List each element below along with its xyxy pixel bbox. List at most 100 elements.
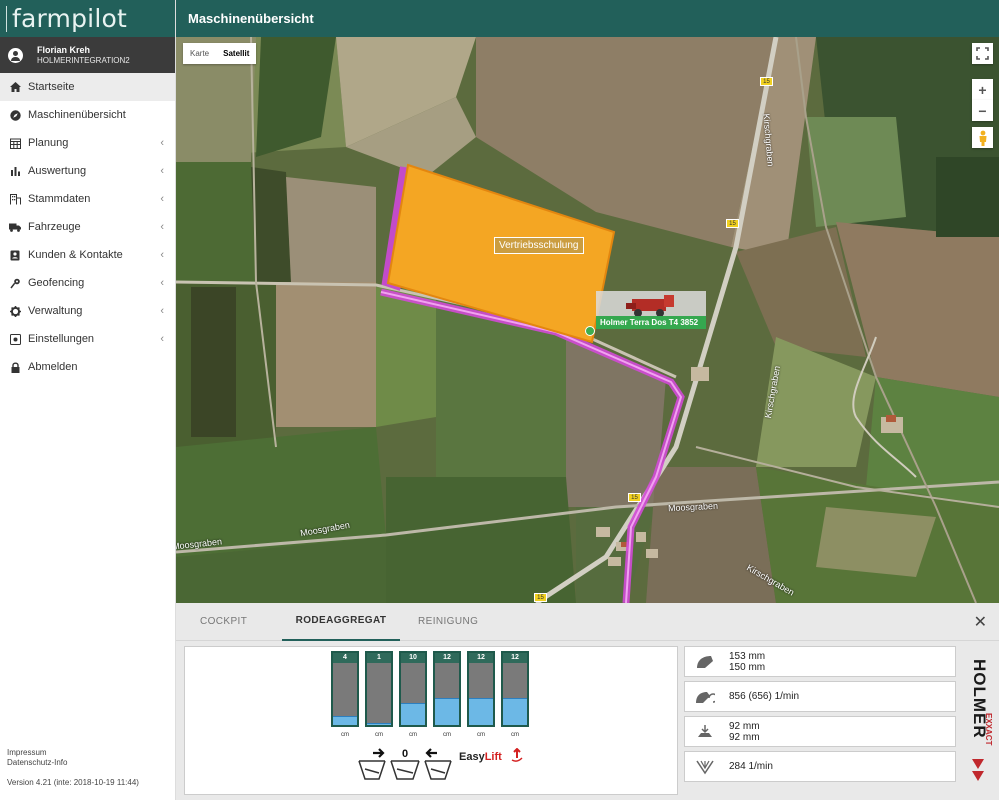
user-name: Florian Kreh <box>37 44 91 55</box>
depth-gauge-value: 4 <box>333 653 357 663</box>
machine-detail-panel: COCKPIT RODEAGGREGAT REINIGUNG ✕ 4 cm 1 cm 1… <box>176 603 999 800</box>
chevron-left-icon: ‹ <box>160 249 164 261</box>
zoom-in-button[interactable]: + <box>972 79 993 100</box>
home-icon <box>9 81 21 93</box>
machine-label: Holmer Terra Dos T4 3852 <box>596 316 706 329</box>
depth-gauge: 12 cm <box>467 651 495 738</box>
brand-name: farmpilot <box>12 4 127 33</box>
map-pin-icon <box>9 277 21 289</box>
depth-gauge-value: 10 <box>401 653 425 663</box>
chevron-left-icon: ‹ <box>160 165 164 177</box>
chevron-left-icon: ‹ <box>160 193 164 205</box>
depth-gauge-unit: cm <box>341 732 349 738</box>
calendar-icon <box>9 137 21 149</box>
digging-depth-gauges: 4 cm 1 cm 10 cm 12 cm 12 cm 12 cm 0 EasyLift <box>184 646 678 795</box>
sidebar-nav: Startseite Maschinenübersicht Planung ‹ … <box>0 73 175 381</box>
depth-gauge: 10 cm <box>399 651 427 738</box>
chevron-left-icon: ‹ <box>160 277 164 289</box>
sidebar-item-fahrzeuge[interactable]: Fahrzeuge ‹ <box>0 213 175 241</box>
chevron-left-icon: ‹ <box>160 137 164 149</box>
depth-gauge-unit: cm <box>409 732 417 738</box>
road-sign: 15 <box>726 219 739 228</box>
reading-depth: 153 mm 150 mm <box>684 646 956 677</box>
sieve-speed-icon <box>695 759 715 775</box>
holmer-logo: HOLMER EXXACT <box>970 659 993 781</box>
reading-sieve-speed: 284 1/min <box>684 751 956 782</box>
sidebar-item-abmelden[interactable]: Abmelden <box>0 353 175 381</box>
lift-arrow-icon <box>511 748 523 762</box>
chevron-left-icon: ‹ <box>160 333 164 345</box>
map-type-toggle: Karte Satellit <box>183 43 257 64</box>
pegman-icon <box>979 130 986 146</box>
sidebar-item-kunden-kontakte[interactable]: Kunden & Kontakte ‹ <box>0 241 175 269</box>
chevron-left-icon: ‹ <box>160 221 164 233</box>
compass-icon <box>9 109 21 121</box>
sidebar-item-geofencing[interactable]: Geofencing ‹ <box>0 269 175 297</box>
depth-gauge-unit: cm <box>443 732 451 738</box>
impressum-link[interactable]: Impressum <box>7 748 139 758</box>
depth-gauge: 1 cm <box>365 651 393 738</box>
page-title: Maschinenübersicht <box>188 11 314 26</box>
building-icon <box>9 193 21 205</box>
user-panel[interactable]: Florian Kreh HOLMERINTEGRATION2 <box>0 37 175 73</box>
reading-share-depth: 92 mm 92 mm <box>684 716 956 747</box>
datenschutz-link[interactable]: Datenschutz-Info <box>7 758 139 768</box>
depth-gauge-fill <box>333 716 357 725</box>
depth-gauge-unit: cm <box>477 732 485 738</box>
fullscreen-button[interactable] <box>972 43 993 64</box>
depth-gauge-unit: cm <box>375 732 383 738</box>
satellite-map[interactable]: Karte Satellit + − Vertriebsschulung Hol… <box>176 37 999 603</box>
sidebar-item-maschinenuebersicht[interactable]: Maschinenübersicht <box>0 101 175 129</box>
bar-chart-icon <box>9 165 21 177</box>
street-view-button[interactable] <box>972 127 993 148</box>
map-type-satellit-button[interactable]: Satellit <box>216 43 256 64</box>
sidebar-item-stammdaten[interactable]: Stammdaten ‹ <box>0 185 175 213</box>
sidebar-item-einstellungen[interactable]: Einstellungen ‹ <box>0 325 175 353</box>
machine-marker[interactable]: Holmer Terra Dos T4 3852 <box>596 291 706 329</box>
depth-gauge-fill <box>435 698 459 725</box>
zoom-out-button[interactable]: − <box>972 100 993 121</box>
depth-gauge: 12 cm <box>501 651 529 738</box>
reading-rotation: 856 (656) 1/min <box>684 681 956 712</box>
share-offset-value: 0 <box>402 748 408 760</box>
depth-gauge: 4 cm <box>331 651 359 738</box>
sidebar-footer: Impressum Datenschutz-Info Version 4.21 … <box>7 748 139 788</box>
brand-logo[interactable]: farmpilot <box>0 0 175 37</box>
road-sign: 15 <box>534 593 547 602</box>
depth-gauge-fill <box>503 698 527 725</box>
exxact-logo-text: EXXACT <box>984 713 993 746</box>
map-canvas[interactable] <box>176 37 999 603</box>
road-sign: 15 <box>760 77 773 86</box>
depth-gauge-value: 12 <box>435 653 459 663</box>
sidebar-item-auswertung[interactable]: Auswertung ‹ <box>0 157 175 185</box>
fullscreen-icon <box>976 47 989 60</box>
road-sign: 15 <box>628 493 641 502</box>
chevron-left-icon: ‹ <box>160 305 164 317</box>
lock-icon <box>9 361 21 373</box>
version-info: Version 4.21 (inte: 2018-10-19 11:44) <box>7 778 139 787</box>
depth-gauge-value: 12 <box>503 653 527 663</box>
sidebar-item-startseite[interactable]: Startseite <box>0 73 175 101</box>
user-avatar-icon <box>8 47 23 63</box>
header-bar: Maschinenübersicht <box>176 0 999 37</box>
depth-gauge-fill <box>401 703 425 725</box>
settings-box-icon <box>9 333 21 345</box>
address-book-icon <box>9 249 21 261</box>
gear-icon <box>9 305 21 317</box>
depth-gauge-value: 1 <box>367 653 391 663</box>
tab-cockpit[interactable]: COCKPIT <box>200 603 282 641</box>
close-panel-button[interactable]: ✕ <box>974 612 987 632</box>
depth-gauge-fill <box>469 698 493 725</box>
user-org: HOLMERINTEGRATION2 <box>37 55 130 65</box>
sidebar-item-verwaltung[interactable]: Verwaltung ‹ <box>0 297 175 325</box>
truck-icon <box>9 221 21 233</box>
depth-gauge-value: 12 <box>469 653 493 663</box>
share-position-diagram: 0 <box>358 748 452 780</box>
tab-reinigung[interactable]: REINIGUNG <box>418 603 478 641</box>
depth-gauge-unit: cm <box>511 732 519 738</box>
sidebar-item-planung[interactable]: Planung ‹ <box>0 129 175 157</box>
share-depth-icon <box>695 724 715 740</box>
tab-rodeaggregat[interactable]: RODEAGGREGAT <box>282 603 400 641</box>
field-label[interactable]: Vertriebsschulung <box>494 237 584 254</box>
map-type-karte-button[interactable]: Karte <box>183 43 216 64</box>
